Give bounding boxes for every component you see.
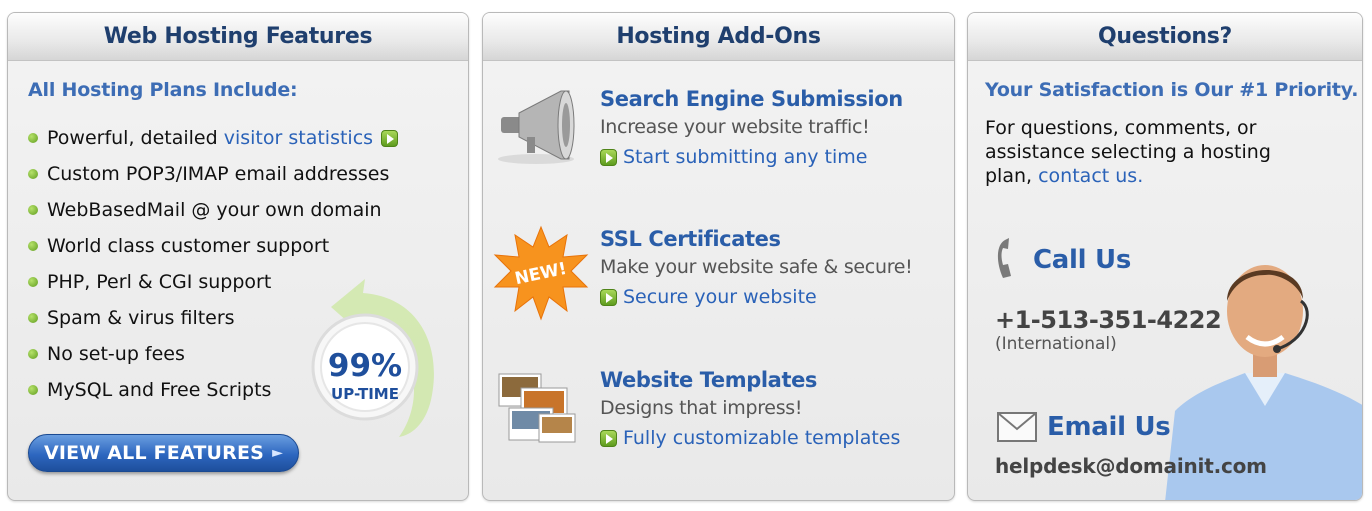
new-starburst-icon: NEW! [493,225,589,321]
bullet-icon [28,385,38,395]
questions-panel-header: Questions? [968,13,1362,61]
call-us-heading: Call Us [995,238,1131,282]
addon-desc: Designs that impress! [600,397,803,419]
addon-cta-label: Start submitting any time [623,146,868,168]
bullet-icon [28,205,38,215]
feature-label: MySQL and Free Scripts [47,379,272,401]
feature-label: World class customer support [47,235,330,257]
view-all-features-button[interactable]: VIEW ALL FEATURES ► [28,434,299,472]
megaphone-icon [498,90,575,164]
list-item: Powerful, detailed visitor statistics [28,120,399,156]
phone-number[interactable]: +1-513-351-4222 [995,306,1222,334]
start-submitting-link[interactable]: Start submitting any time [600,146,867,168]
questions-panel: Questions? Your Satisfaction is Our #1 P… [967,12,1363,501]
addons-panel: Hosting Add-Ons Search Engine Submission… [482,12,955,501]
feature-label: No set-up fees [47,343,185,365]
bullet-icon [28,349,38,359]
email-address[interactable]: helpdesk@domainit.com [995,454,1267,478]
feature-label: PHP, Perl & CGI support [47,271,272,293]
visitor-statistics-link[interactable]: visitor statistics [224,127,373,149]
addons-panel-title: Hosting Add-Ons [616,24,821,49]
bullet-icon [28,133,38,143]
addon-cta-label: Secure your website [623,286,817,308]
email-us-heading: Email Us [997,412,1171,442]
addon-title: Search Engine Submission [600,87,903,111]
contact-us-link[interactable]: contact us. [1038,165,1143,187]
customizable-templates-link[interactable]: Fully customizable templates [600,427,900,449]
feature-label: Spam & virus filters [47,307,235,329]
bullet-icon [28,313,38,323]
feature-label: WebBasedMail @ your own domain [47,199,382,221]
templates-icon [498,373,576,443]
arrow-right-icon: ► [272,445,284,461]
list-item: World class customer support [28,228,398,264]
list-item: Custom POP3/IMAP email addresses [28,156,398,192]
go-arrow-icon [600,429,617,447]
questions-text: For questions, comments, or assistance s… [985,116,1295,188]
addon-title: SSL Certificates [600,227,781,251]
view-all-features-label: VIEW ALL FEATURES [43,442,265,464]
phone-note: (International) [995,334,1117,354]
bullet-icon [28,169,38,179]
uptime-percent: 99% [328,348,402,384]
feature-label: Custom POP3/IMAP email addresses [47,163,390,185]
secure-website-link[interactable]: Secure your website [600,286,817,308]
addon-title: Website Templates [600,368,818,392]
questions-subtitle: Your Satisfaction is Our #1 Priority. [985,79,1359,101]
questions-panel-title: Questions? [1097,24,1233,49]
go-arrow-icon [600,288,617,306]
features-subtitle: All Hosting Plans Include: [28,79,298,101]
go-arrow-icon[interactable] [381,129,399,147]
addon-desc: Increase your website traffic! [600,116,870,138]
addons-panel-header: Hosting Add-Ons [483,13,954,61]
feature-label: Powerful, detailed [47,127,224,149]
features-panel: Web Hosting Features All Hosting Plans I… [7,12,469,501]
addon-website-templates: Website Templates Designs that impress! … [483,368,954,468]
addon-search-engine: Search Engine Submission Increase your w… [483,87,954,187]
phone-icon [997,238,1011,278]
addon-ssl-certificates: NEW! SSL Certificates Make your website … [483,225,954,327]
addon-cta-label: Fully customizable templates [623,427,901,449]
envelope-icon [997,412,1037,442]
addon-desc: Make your website safe & secure! [600,256,913,278]
bullet-icon [28,277,38,287]
features-panel-title: Web Hosting Features [103,24,373,49]
features-panel-header: Web Hosting Features [8,13,468,61]
list-item: WebBasedMail @ your own domain [28,192,398,228]
bullet-icon [28,241,38,251]
uptime-badge-icon: 99% UP-TIME [311,279,434,437]
uptime-label: UP-TIME [331,385,399,403]
email-us-label: Email Us [1047,412,1171,442]
go-arrow-icon [600,148,617,166]
call-us-label: Call Us [1033,245,1131,275]
